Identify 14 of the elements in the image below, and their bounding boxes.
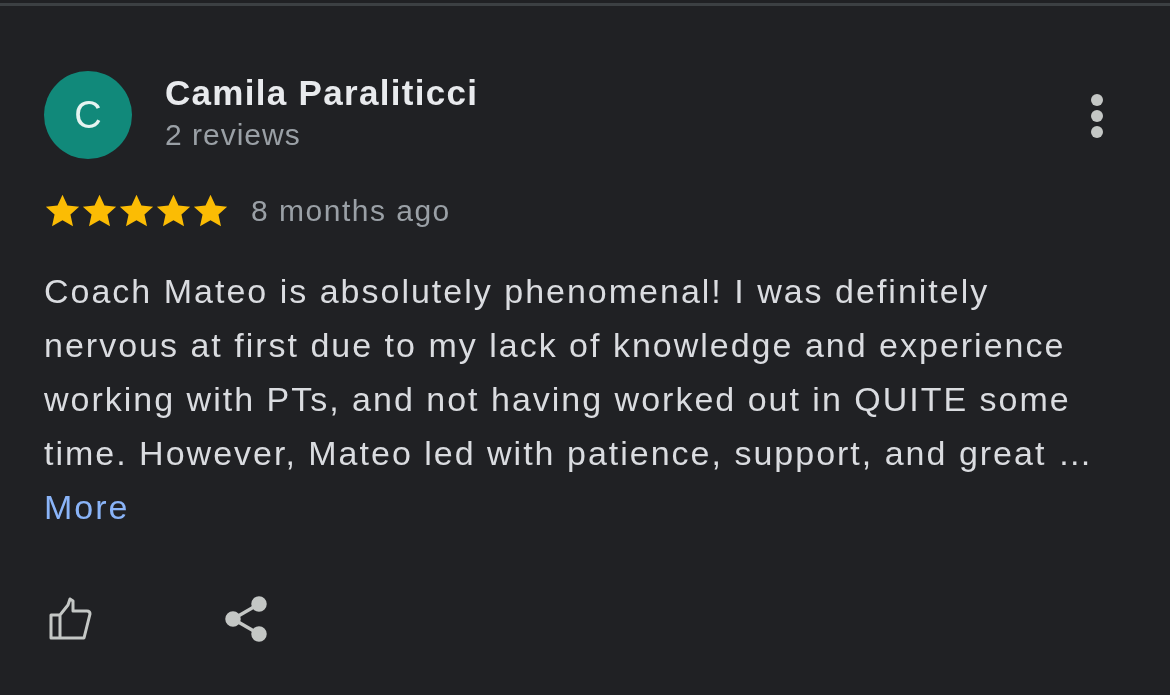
star-icon — [155, 193, 192, 229]
more-link[interactable]: More — [44, 480, 130, 534]
review-time: 8 months ago — [251, 193, 451, 229]
share-icon — [224, 596, 268, 642]
star-icon — [192, 193, 229, 229]
star-icon — [118, 193, 155, 229]
star-icon — [44, 193, 81, 229]
reviewer-name[interactable]: Camila Paraliticci — [165, 73, 479, 113]
star-icon — [81, 193, 118, 229]
review-count: 2 reviews — [165, 117, 302, 153]
share-button[interactable] — [224, 596, 268, 642]
review-text: Coach Mateo is absolutely phenomenal! I was definitely nervous at first due to my lack of knowledge and experience working with PTs, and not having worked out in QUITE some time. However, Mateo led with patience, support, and great … — [44, 271, 1095, 474]
more-options-button[interactable] — [1088, 91, 1106, 141]
more-options-icon — [1090, 93, 1104, 139]
